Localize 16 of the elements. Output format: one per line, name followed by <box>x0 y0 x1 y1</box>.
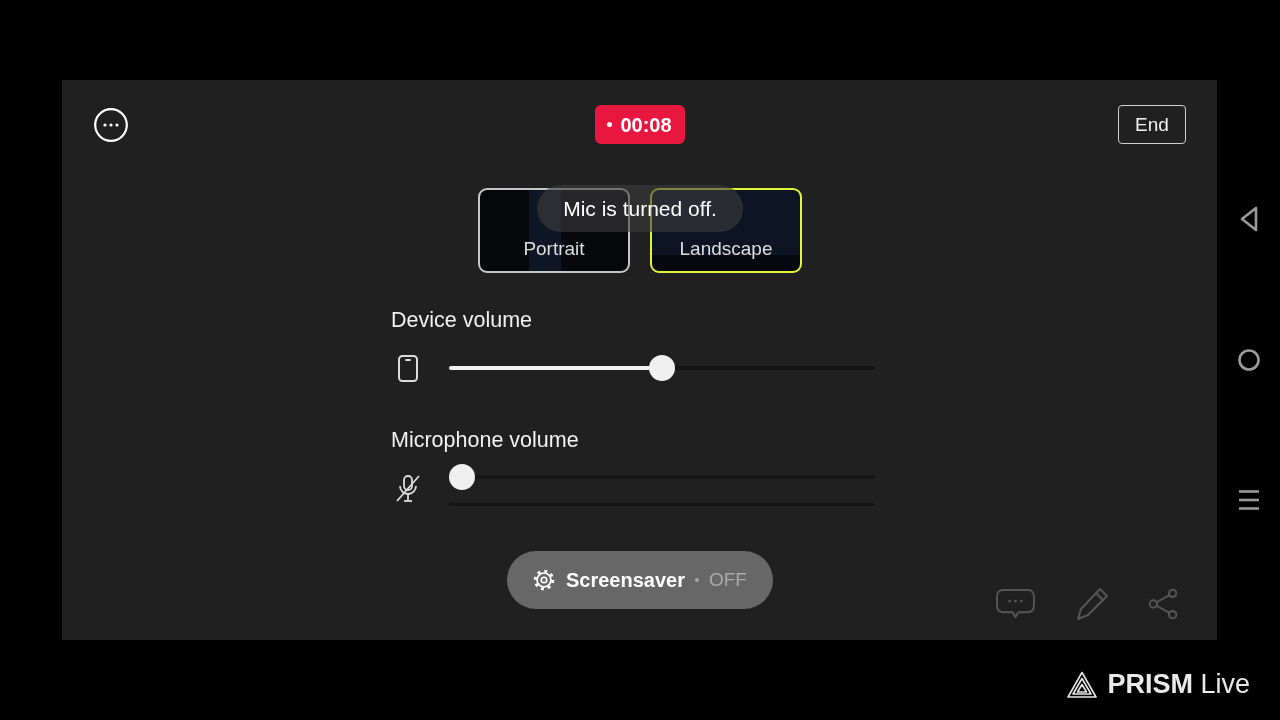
slider-thumb[interactable] <box>649 355 675 381</box>
more-icon[interactable] <box>94 107 128 142</box>
back-icon[interactable] <box>1239 206 1258 232</box>
watermark-text: PRISM Live <box>1107 670 1250 698</box>
menu-icon[interactable] <box>1237 489 1260 511</box>
triangle-logo-icon <box>1067 670 1098 698</box>
screensaver-button[interactable]: Screensaver OFF <box>507 551 773 609</box>
slider-thumb[interactable] <box>449 464 475 490</box>
recording-dot-icon <box>607 122 613 127</box>
end-button[interactable]: End <box>1118 105 1186 144</box>
separator-dot-icon <box>695 578 699 582</box>
volume-label: Microphone volume <box>391 428 580 452</box>
settings-icon <box>533 569 555 591</box>
home-icon[interactable] <box>1237 349 1260 371</box>
timer-text: 00:08 <box>620 112 672 137</box>
volume-label: Device volume <box>391 308 533 332</box>
